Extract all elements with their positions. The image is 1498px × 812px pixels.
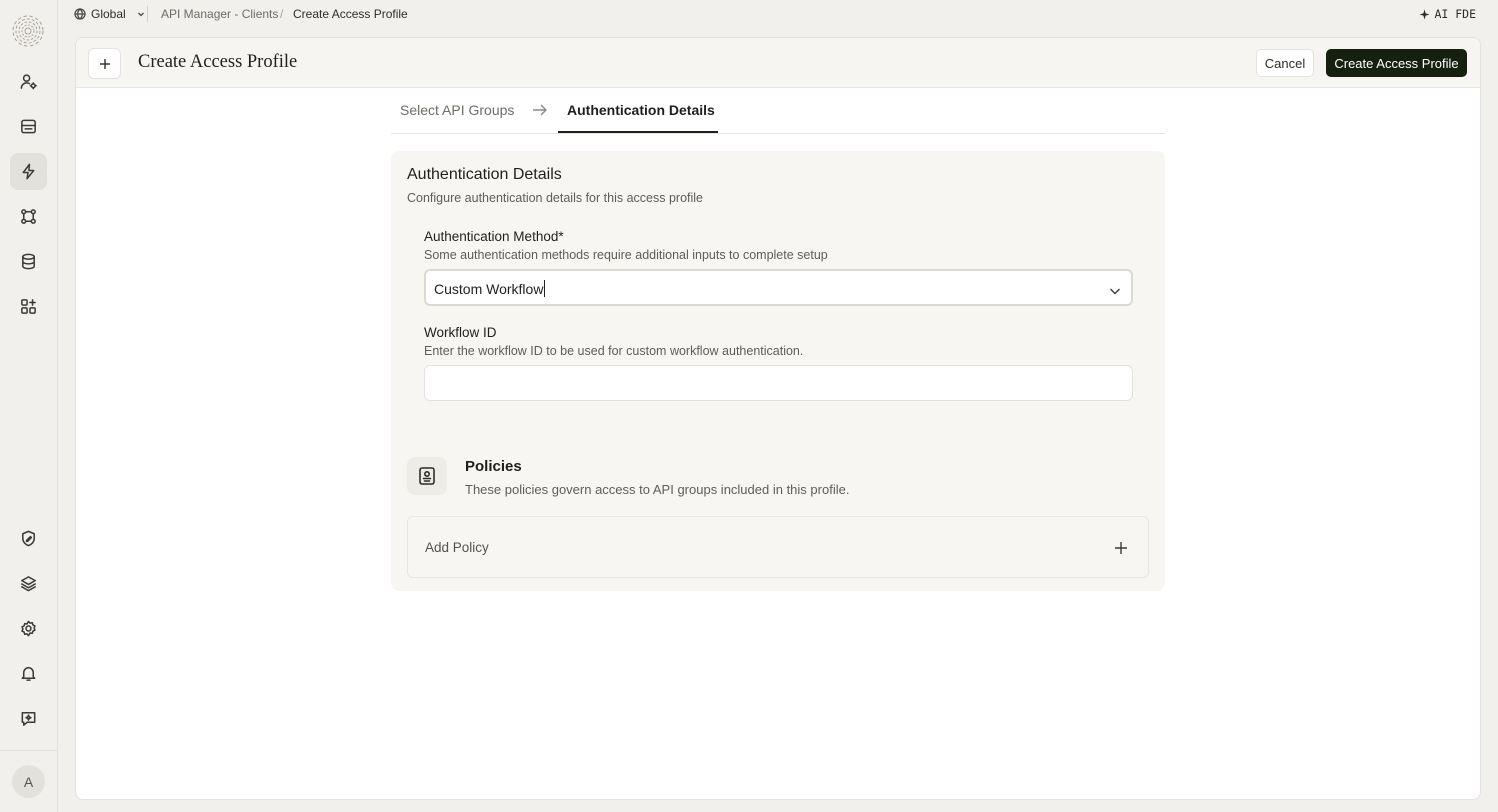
breadcrumb-parent-link[interactable]: API Manager - Clients — [161, 7, 278, 21]
globe-icon — [74, 8, 86, 20]
sidebar-item-users[interactable] — [10, 63, 47, 100]
sidebar-item-layers[interactable] — [10, 565, 47, 602]
sidebar-item-inbox[interactable] — [10, 108, 47, 145]
workflow-id-help: Enter the workflow ID to be used for cus… — [424, 344, 804, 358]
sidebar: A — [0, 0, 58, 812]
chevron-down-icon — [137, 12, 144, 17]
policies-subtitle: These policies govern access to API grou… — [465, 482, 850, 497]
authentication-card: Authentication Details Configure authent… — [391, 151, 1165, 591]
page-header: Create Access Profile Cancel Create Acce… — [76, 38, 1480, 88]
layers-icon — [21, 576, 36, 592]
sidebar-item-apps[interactable] — [10, 288, 47, 325]
ai-chat-icon — [21, 712, 36, 726]
workflow-id-label: Workflow ID — [424, 325, 497, 340]
workflow-id-input[interactable] — [424, 365, 1133, 401]
chevron-down-icon — [1109, 283, 1121, 295]
page-title: Create Access Profile — [138, 52, 298, 72]
sidebar-item-workflows[interactable] — [10, 198, 47, 235]
top-bar: Global API Manager - Clients / Create Ac… — [58, 0, 1498, 28]
sidebar-item-data[interactable] — [10, 243, 47, 280]
add-policy-label: Add Policy — [425, 540, 489, 555]
database-icon — [22, 253, 35, 270]
active-tab-indicator — [558, 131, 718, 133]
auth-method-value: Custom Workflow — [434, 280, 546, 297]
sidebar-item-settings[interactable] — [10, 610, 47, 647]
scope-label: Global — [91, 7, 126, 21]
tab-authentication-details[interactable]: Authentication Details — [567, 102, 715, 118]
sidebar-divider — [0, 750, 58, 751]
section-title: Authentication Details — [407, 166, 562, 183]
sidebar-item-notifications[interactable] — [10, 655, 47, 692]
auth-method-select[interactable]: Custom Workflow — [424, 269, 1133, 306]
lightning-icon — [22, 163, 35, 180]
bell-icon — [21, 667, 36, 681]
user-settings-icon — [20, 74, 37, 90]
text-cursor — [544, 280, 546, 297]
app-logo-icon[interactable] — [12, 15, 44, 47]
step-tabs: Select API Groups Authentication Details — [391, 88, 1165, 134]
policies-title: Policies — [465, 458, 522, 475]
add-button[interactable] — [88, 48, 121, 79]
workflow-icon — [21, 209, 36, 224]
sparkle-icon — [1419, 8, 1430, 20]
breadcrumb-separator: / — [280, 7, 284, 21]
policy-document-icon — [407, 457, 447, 495]
plus-icon — [99, 58, 110, 69]
settings-icon — [21, 620, 36, 637]
shield-edit-icon — [22, 530, 35, 547]
inbox-icon — [21, 119, 36, 134]
ai-fde-button[interactable]: AI FDE — [1419, 7, 1476, 21]
scope-selector[interactable]: Global — [74, 7, 145, 21]
cancel-button[interactable]: Cancel — [1256, 49, 1314, 77]
auth-method-help: Some authentication methods require addi… — [424, 248, 828, 262]
tab-select-api-groups[interactable]: Select API Groups — [400, 102, 514, 118]
breadcrumb-current: Create Access Profile — [293, 7, 408, 21]
main-panel: Create Access Profile Cancel Create Acce… — [75, 37, 1481, 800]
section-subtitle: Configure authentication details for thi… — [407, 191, 703, 205]
add-policy-button[interactable]: Add Policy — [407, 516, 1149, 578]
ai-fde-label: AI FDE — [1434, 7, 1476, 21]
sidebar-item-assistant[interactable] — [10, 700, 47, 737]
sidebar-item-security[interactable] — [10, 520, 47, 557]
avatar[interactable]: A — [12, 765, 45, 798]
create-access-profile-button[interactable]: Create Access Profile — [1326, 49, 1467, 77]
sidebar-item-api-manager[interactable] — [10, 153, 47, 190]
plus-icon — [1114, 541, 1128, 555]
breadcrumb-divider — [147, 6, 148, 22]
auth-method-label: Authentication Method* — [424, 229, 564, 244]
apps-add-icon — [21, 299, 36, 314]
arrow-right-icon — [531, 103, 549, 117]
